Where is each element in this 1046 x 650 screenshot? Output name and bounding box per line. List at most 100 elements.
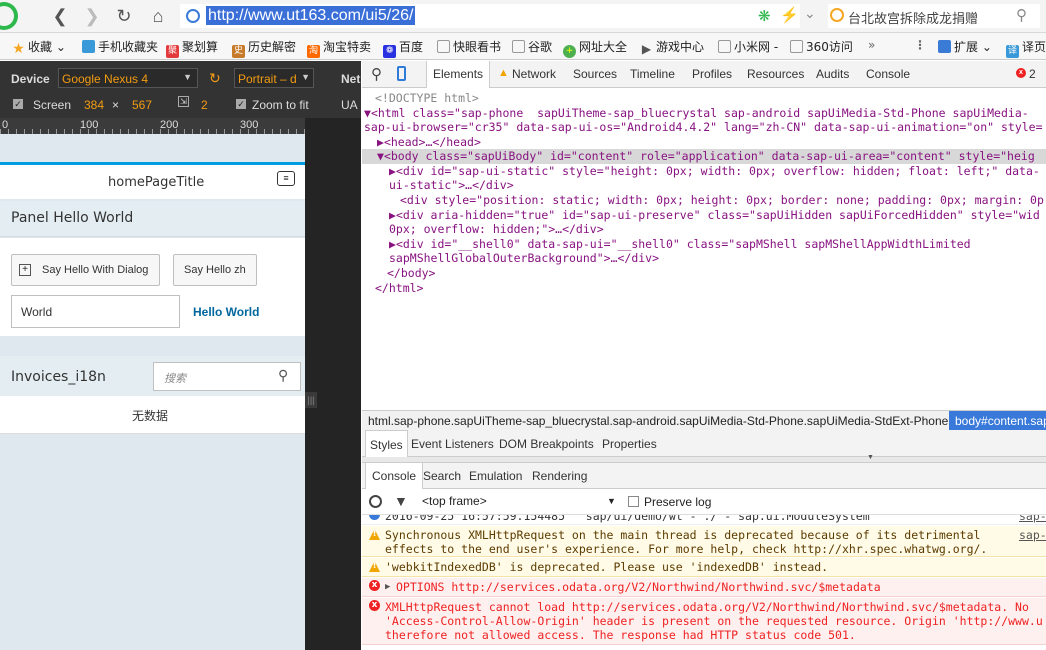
tab-event-listeners[interactable]: Event Listeners — [411, 437, 494, 451]
lightning-icon[interactable]: ⚡ — [780, 6, 799, 24]
message-source-link[interactable]: sap- — [1019, 515, 1046, 523]
bookmark-item[interactable]: 小米网 - — [718, 38, 778, 55]
tab-resources[interactable]: Resources — [747, 67, 804, 81]
back-icon[interactable]: ❮ — [48, 4, 72, 28]
error-icon[interactable]: x — [1016, 68, 1026, 78]
zoom-checkbox[interactable]: ✓ — [236, 99, 246, 109]
search-icon[interactable]: ⚲ — [1016, 6, 1027, 24]
tab-dom-breakpoints[interactable]: DOM Breakpoints — [499, 437, 594, 451]
address-bar[interactable]: http://www.ut163.com/ui5/26/ — [180, 4, 800, 28]
body-node[interactable]: ▼<body class="sapUiBody" id="content" ro… — [362, 149, 1046, 164]
bookmark-item[interactable]: + 网址大全 — [563, 38, 627, 58]
bookmark-favorites[interactable]: ★ 收藏 ⌄ — [12, 38, 66, 56]
drawer-tab-emulation[interactable]: Emulation — [469, 469, 522, 483]
bookmark-item[interactable]: ▶ 游戏中心 — [640, 38, 704, 56]
search-icon[interactable]: ⚲ — [278, 367, 288, 384]
div-style-node[interactable]: <div style="position: static; width: 0px… — [400, 193, 1044, 208]
hello-world-link[interactable]: Hello World — [193, 305, 259, 319]
tab-timeline[interactable]: Timeline — [630, 67, 675, 81]
feedback-icon[interactable]: ≡ — [277, 171, 295, 186]
bookmark-item[interactable]: 淘淘宝特卖 — [307, 38, 371, 58]
screen-height[interactable]: 567 — [132, 98, 152, 112]
times-sign: × — [112, 98, 120, 112]
resize-handle[interactable]: ||| — [305, 392, 317, 408]
invoice-list: 无数据 — [0, 396, 305, 434]
dropdown-arrow-icon: ▼ — [301, 72, 310, 82]
tab-sources[interactable]: Sources — [573, 67, 617, 81]
breadcrumb-html[interactable]: html.sap-phone.sapUiTheme-sap_bluecrysta… — [368, 414, 948, 428]
screen-checkbox[interactable]: ✓ — [13, 99, 23, 109]
div-preserve-node[interactable]: ▶<div aria-hidden="true" id="sap-ui-pres… — [389, 208, 1040, 223]
device-pixel-ratio[interactable]: 2 — [201, 98, 208, 112]
bookmark-item[interactable]: 手机收藏夹 — [82, 38, 158, 55]
doctype-node[interactable]: <!DOCTYPE html> — [375, 91, 479, 106]
console-message-log: 2016-09-25 16:57:59.154485 sap/ui/demo/w… — [362, 515, 1046, 525]
globe-icon — [186, 9, 200, 23]
device-mode-icon[interactable] — [397, 66, 406, 81]
device-label: Device — [11, 72, 50, 86]
home-icon[interactable]: ⌂ — [146, 4, 170, 28]
expand-arrow-icon[interactable]: ▶ — [385, 580, 390, 594]
warning-icon: ! — [369, 561, 380, 572]
tab-styles[interactable]: Styles — [365, 430, 408, 457]
panel-header: Panel Hello World — [0, 201, 305, 237]
drawer-tab-search[interactable]: Search — [423, 469, 461, 483]
reload-icon[interactable]: ↻ — [112, 4, 136, 28]
screen-width[interactable]: 384 — [84, 98, 104, 112]
dropdown-icon[interactable]: ⌄ — [804, 5, 816, 22]
div-static-node[interactable]: ▶<div id="sap-ui-static" style="height: … — [389, 164, 1040, 179]
preserve-log-checkbox[interactable] — [628, 496, 639, 507]
rotate-icon[interactable]: ↻ — [209, 70, 221, 87]
bookmarks-bar: ★ 收藏 ⌄ 手机收藏夹 聚聚划算 史历史解密 淘淘宝特卖 ❁ 百度 快眼看书 谷歌… — [0, 33, 1046, 60]
bookmark-item[interactable]: 360访问 — [790, 38, 853, 55]
inspect-search-icon[interactable]: ⚲ — [371, 65, 382, 83]
gamepad-icon: ▶ — [641, 42, 652, 56]
tab-console[interactable]: Console — [866, 67, 910, 81]
search-box[interactable]: 台北故宫拆除成龙捐赠 ⚲ — [828, 4, 1040, 28]
bookmark-item[interactable]: 快眼看书 — [437, 38, 501, 55]
preserve-log-label: Preserve log — [644, 495, 712, 509]
warning-icon: ▲ — [498, 67, 509, 79]
dialog-icon: + — [19, 264, 31, 276]
html-node-cont: sap-ui-browser="cr35" data-sap-ui-os="An… — [364, 120, 1043, 134]
no-data-text: 无数据 — [132, 409, 169, 423]
device-select[interactable]: Google Nexus 4 ▼ — [58, 68, 198, 88]
url-text[interactable]: http://www.ut163.com/ui5/26/ — [206, 6, 416, 25]
invoice-search-field[interactable]: 搜索 ⚲ — [153, 362, 301, 391]
say-hello-dialog-button[interactable]: + Say Hello With Dialog — [11, 254, 160, 286]
tab-properties[interactable]: Properties — [602, 437, 657, 451]
error-count[interactable]: 2 — [1029, 67, 1036, 81]
bookmark-item[interactable]: ❁ 百度 — [383, 38, 423, 58]
sidebar-tabs: Styles Event Listeners DOM Breakpoints P… — [362, 430, 1046, 457]
html-node[interactable]: ▼<html class="sap-phone sapUiTheme-sap_b… — [364, 106, 1029, 121]
tab-network[interactable]: Network — [512, 67, 556, 81]
devtools-toolbar: ⚲ Elements ▲ Network Sources Timeline Pr… — [362, 61, 1046, 88]
more-bookmarks-icon[interactable]: » — [868, 38, 875, 52]
tab-audits[interactable]: Audits — [816, 67, 849, 81]
frame-select[interactable]: <top frame> ▼ — [422, 494, 618, 510]
head-node[interactable]: ▶<head>…</head> — [377, 135, 481, 150]
page-icon — [437, 40, 450, 53]
speed-icon[interactable]: ❋ — [758, 7, 771, 25]
tab-elements[interactable]: Elements — [426, 61, 491, 88]
message-source-link[interactable]: sap- — [1019, 528, 1046, 542]
bookmark-item[interactable]: 史历史解密 — [232, 38, 296, 58]
breadcrumb-body[interactable]: body#content.sap — [949, 411, 1046, 430]
say-hello-zh-button[interactable]: Say Hello zh — [173, 254, 257, 286]
forward-icon[interactable]: ❯ — [80, 4, 104, 28]
orientation-select[interactable]: Portrait – d ▼ — [234, 68, 314, 88]
tab-profiles[interactable]: Profiles — [692, 67, 732, 81]
drawer-tab-console[interactable]: Console — [365, 463, 424, 489]
div-shell-node-cont: sapMShellGlobalOuterBackground">…</div> — [389, 251, 660, 265]
bookmark-item[interactable]: 聚聚划算 — [166, 38, 218, 58]
bookmark-item[interactable]: 谷歌 — [512, 38, 552, 55]
name-input[interactable]: World — [11, 295, 180, 328]
clear-console-icon[interactable] — [369, 495, 382, 508]
filter-icon[interactable]: ▼ — [394, 493, 408, 509]
menu-dots-icon[interactable]: ⋮ — [914, 38, 926, 52]
div-shell-node[interactable]: ▶<div id="__shell0" data-sap-ui="__shell… — [389, 237, 971, 252]
translate-button[interactable]: 译译页 — [1006, 38, 1046, 58]
drawer-tab-rendering[interactable]: Rendering — [532, 469, 587, 483]
search-text[interactable]: 台北故宫拆除成龙捐赠 — [848, 8, 978, 27]
extensions-button[interactable]: 扩展 ⌄ — [938, 38, 992, 55]
